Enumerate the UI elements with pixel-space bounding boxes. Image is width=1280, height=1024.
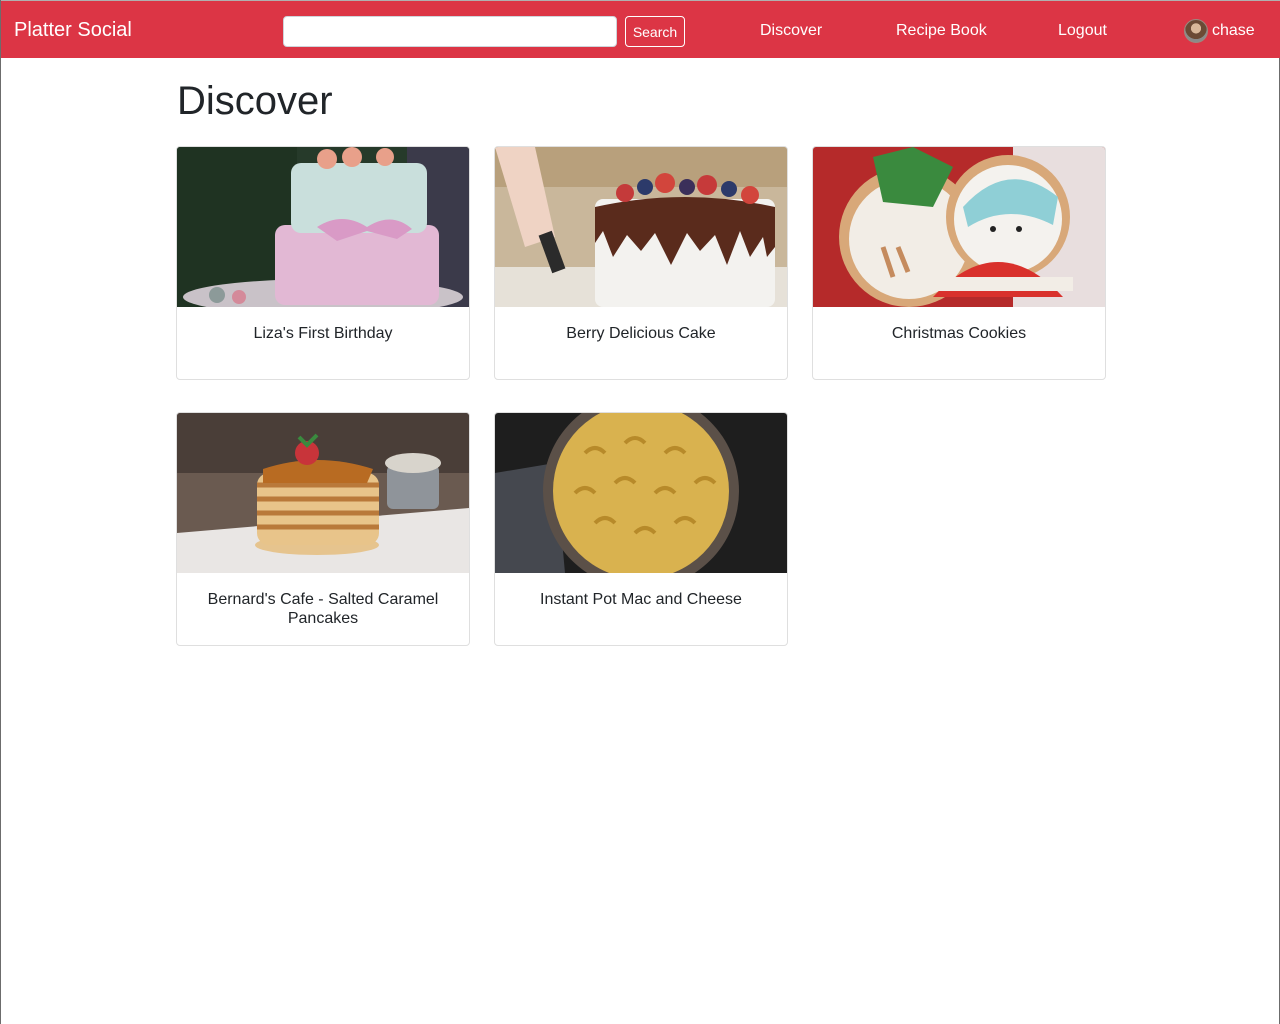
nav-link-recipe-book[interactable]: Recipe Book — [896, 21, 987, 41]
recipe-card[interactable]: Liza's First Birthday — [176, 146, 470, 380]
recipe-card-image — [177, 413, 469, 573]
user-menu[interactable]: chase — [1184, 19, 1255, 43]
recipe-card-image — [177, 147, 469, 307]
search-button[interactable]: Search — [625, 16, 685, 47]
username: chase — [1212, 22, 1255, 39]
recipe-card-title: Instant Pot Mac and Cheese — [540, 591, 742, 608]
recipe-card-image — [495, 413, 787, 573]
search-input[interactable] — [283, 16, 617, 47]
page-title: Discover — [177, 79, 333, 123]
recipe-card-title: Bernard's Cafe - Salted Caramel Pancakes — [207, 591, 439, 627]
recipe-card-title: Christmas Cookies — [891, 325, 1027, 342]
recipe-card[interactable]: Instant Pot Mac and Cheese — [494, 412, 788, 646]
recipe-card[interactable]: Berry Delicious Cake — [494, 146, 788, 380]
recipe-card-title: Liza's First Birthday — [253, 325, 393, 342]
recipe-card-image — [813, 147, 1105, 307]
navbar: Platter Social Search Discover Recipe Bo… — [1, 0, 1280, 58]
recipe-card-image — [495, 147, 787, 307]
avatar — [1184, 19, 1208, 43]
nav-link-discover[interactable]: Discover — [760, 21, 822, 41]
recipe-card-title: Berry Delicious Cake — [566, 325, 716, 342]
brand-logo[interactable]: Platter Social — [14, 18, 132, 42]
recipe-card[interactable]: Bernard's Cafe - Salted Caramel Pancakes — [176, 412, 470, 646]
recipe-card[interactable]: Christmas Cookies — [812, 146, 1106, 380]
nav-link-logout[interactable]: Logout — [1058, 21, 1107, 41]
